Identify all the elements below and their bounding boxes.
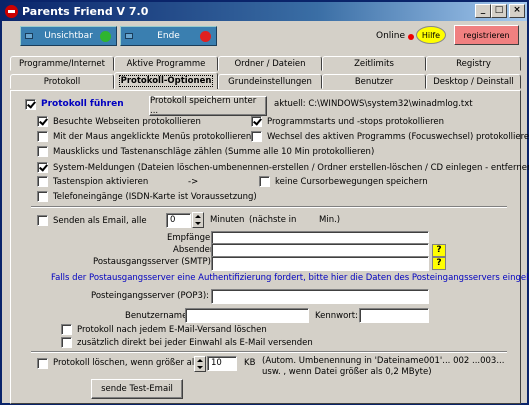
minutes-hint: (nächste in [249, 215, 297, 225]
tab-folders-files[interactable]: Ordner / Dateien [218, 56, 322, 71]
online-label: Online [376, 31, 406, 41]
option-keylogger-label: Tastenspion aktivieren [53, 177, 149, 187]
invisible-label: Unsichtbar [44, 31, 93, 41]
sender-label: Absender: [173, 245, 217, 255]
password-label: Kennwort: [315, 311, 358, 321]
smtp-label: Postausgangsserver (SMTP): [93, 257, 214, 267]
tab-users[interactable]: Benutzer [322, 74, 426, 89]
tab-basic-settings[interactable]: Grundeinstellungen [218, 74, 322, 89]
tab-registry[interactable]: Registry [426, 56, 521, 71]
option-keylogger-checkbox[interactable] [37, 176, 48, 187]
recipient-label: Empfänger: [167, 233, 217, 243]
option-system-messages-checkbox[interactable] [37, 162, 48, 173]
option-menus-checkbox[interactable] [37, 131, 48, 142]
app-window: Parents Friend V 7.0 _ □ × Unsichtbar En… [0, 0, 529, 405]
options-panel: Protokoll führen Protokoll speichern unt… [10, 90, 529, 404]
smtp-help-button[interactable]: ? [432, 257, 446, 270]
username-input[interactable] [185, 308, 309, 323]
size-input[interactable]: 10 [207, 356, 237, 371]
send-on-dialin-label: zusätzlich direkt bei jeder Einwahl als … [77, 338, 313, 348]
option-websites-label: Besuchte Webseiten protokollieren [53, 117, 201, 127]
save-protocol-button[interactable]: Protokoll speichern unter ... [149, 96, 267, 116]
rename-note-1: (Autom. Umbenennung in 'Dateiname001'...… [262, 356, 505, 366]
option-focus-label: Wechsel des aktiven Programms (Focuswech… [267, 132, 529, 142]
smtp-input[interactable] [211, 256, 429, 271]
green-status-icon [100, 31, 111, 42]
divider [31, 206, 507, 208]
divider [31, 351, 507, 353]
delete-after-send-checkbox[interactable] [61, 324, 72, 335]
minutes-label: Minuten [210, 215, 245, 225]
option-no-cursor-label: keine Cursorbewegungen speichern [275, 177, 428, 187]
pop3-input[interactable] [211, 289, 429, 304]
size-spinner[interactable] [194, 356, 206, 372]
option-menus-label: Mit der Maus angeklickte Menüs protokoll… [53, 132, 252, 142]
window-icon [25, 33, 33, 39]
option-websites-checkbox[interactable] [37, 116, 48, 127]
delete-protocol-checkbox[interactable] [37, 358, 48, 369]
minutes-input[interactable]: 0 [166, 213, 191, 228]
password-input[interactable] [359, 308, 429, 323]
option-isdn-label: Telefoneingänge (ISDN-Karte ist Vorausse… [53, 192, 257, 202]
option-no-cursor-checkbox[interactable] [259, 176, 270, 187]
window-title: Parents Friend V 7.0 [22, 5, 149, 18]
help-button[interactable]: Hilfe [416, 26, 446, 44]
close-button[interactable]: × [509, 4, 525, 18]
send-on-dialin-checkbox[interactable] [61, 337, 72, 348]
pop3-label: Posteingangsserver (POP3): [91, 291, 210, 301]
app-icon [5, 5, 18, 18]
option-clicks-checkbox[interactable] [37, 146, 48, 157]
username-label: Benutzername: [125, 311, 191, 321]
tab-desktop-uninstall[interactable]: Desktop / Deinstall [426, 74, 521, 89]
auth-note: Falls der Postausgangsserver eine Authen… [51, 273, 529, 283]
maximize-button[interactable]: □ [491, 4, 507, 18]
send-email-checkbox[interactable] [37, 215, 48, 226]
option-system-messages-label: System-Meldungen (Dateien löschen-umbene… [53, 163, 529, 173]
tab-protocol[interactable]: Protokoll [10, 74, 114, 89]
option-isdn-checkbox[interactable] [37, 191, 48, 202]
minutes-hint-end: Min.) [319, 215, 341, 225]
title-bar[interactable]: Parents Friend V 7.0 _ □ × [2, 2, 527, 21]
protocol-enabled-checkbox[interactable] [25, 99, 36, 110]
tab-row-top: Programme/Internet Aktive Programme Ordn… [2, 56, 527, 72]
red-status-icon [200, 31, 211, 42]
tab-protocol-options-label: Protokoll-Optionen [118, 75, 214, 87]
size-unit: KB [244, 358, 256, 368]
rename-note-2: usw. , wenn Datei größer als 0,2 MByte) [262, 367, 432, 377]
delete-protocol-label: Protokoll löschen, wenn größer als [53, 358, 199, 368]
send-test-email-button[interactable]: sende Test-Email [91, 379, 183, 399]
tab-active-programs[interactable]: Aktive Programme [114, 56, 218, 71]
register-button[interactable]: registrieren [454, 25, 519, 45]
option-program-starts-checkbox[interactable] [251, 116, 262, 127]
window-icon [125, 33, 133, 39]
tab-protocol-options[interactable]: Protokoll-Optionen [114, 72, 218, 89]
option-clicks-label: Mausklicks und Tastenanschläge zählen (S… [53, 147, 375, 157]
header-bar: Unsichtbar Ende Online Hilfe registriere… [2, 21, 527, 49]
tab-time-limits[interactable]: Zeitlimits [322, 56, 426, 71]
online-status-icon [408, 34, 414, 40]
option-program-starts-label: Programmstarts und -stops protokollieren [267, 117, 444, 127]
invisible-button[interactable]: Unsichtbar [20, 26, 117, 46]
minutes-spinner[interactable] [192, 212, 204, 228]
delete-after-send-label: Protokoll nach jedem E-Mail-Versand lösc… [77, 325, 267, 335]
arrow-label: -> [188, 177, 199, 187]
current-path: aktuell: C:\WINDOWS\system32\winadmlog.t… [274, 99, 473, 109]
tab-programs-internet[interactable]: Programme/Internet [10, 56, 114, 71]
end-button[interactable]: Ende [120, 26, 217, 46]
protocol-enabled-label: Protokoll führen [41, 99, 124, 109]
minimize-button[interactable]: _ [475, 4, 491, 18]
option-focus-checkbox[interactable] [251, 131, 262, 142]
tab-row-bottom: Protokoll Protokoll-Optionen Grundeinste… [2, 72, 527, 90]
end-label: Ende [157, 31, 180, 41]
sender-help-button[interactable]: ? [432, 244, 446, 257]
send-email-label: Senden als Email, alle [53, 216, 147, 226]
